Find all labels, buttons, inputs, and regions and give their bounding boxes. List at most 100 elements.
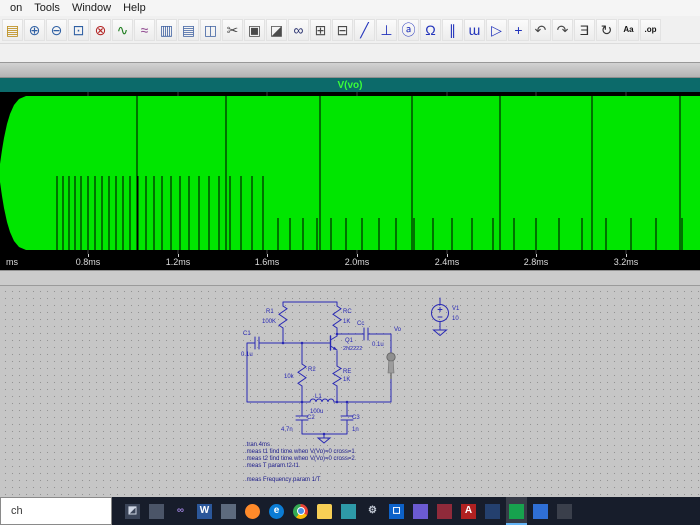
toolbar-find-button[interactable]: ∞ <box>288 19 309 41</box>
taskbar-search[interactable]: ch <box>0 497 112 525</box>
taskbar-acrobat-icon[interactable]: A <box>458 497 479 525</box>
axis-tick-mark <box>88 254 89 257</box>
toolbar-print-button[interactable]: ⊞ <box>310 19 331 41</box>
toolbar-cut-button[interactable]: ✂ <box>222 19 243 41</box>
taskbar-pinned-app-6-icon[interactable] <box>434 497 455 525</box>
label-c3-name[interactable]: C3 <box>352 415 360 421</box>
spice-directive-line[interactable]: .meas t1 find time when V(Vo)=0 cross=1 <box>245 449 355 455</box>
taskbar-pinned-app-5-icon[interactable] <box>410 497 431 525</box>
taskbar-pinned-app-7-icon[interactable] <box>482 497 503 525</box>
toolbar-place-ground-button[interactable]: ⊥ <box>376 19 397 41</box>
menu-item-on[interactable]: on <box>4 2 28 14</box>
resistor-r2[interactable] <box>298 364 306 386</box>
inductor-l1[interactable] <box>310 399 334 402</box>
taskbar-pinned-app-3-icon[interactable] <box>218 497 239 525</box>
toolbar-tile-vertical-button[interactable]: ▤ <box>178 19 199 41</box>
resistor-rc[interactable] <box>333 306 341 328</box>
toolbar-mirror-button[interactable]: Ǝ <box>574 19 595 41</box>
taskbar-pinned-app-4-icon[interactable] <box>338 497 359 525</box>
taskbar-ltspice-icon[interactable] <box>506 497 527 525</box>
label-c1-name[interactable]: C1 <box>243 331 251 337</box>
label-c2-value[interactable]: 4.7n <box>281 427 293 433</box>
toolbar-undo-button[interactable]: ↶ <box>530 19 551 41</box>
toolbar-zoom-extents-button[interactable]: ⊗ <box>90 19 111 41</box>
toolbar-spice-directive-button[interactable]: .op <box>640 19 661 41</box>
label-re-value[interactable]: 1K <box>343 377 350 383</box>
label-q1-value[interactable]: 2N2222 <box>343 346 362 352</box>
label-c3-value[interactable]: 1n <box>352 427 359 433</box>
toolbar-plot-settings-button[interactable]: ≈ <box>134 19 155 41</box>
toolbar-zoom-in-button[interactable]: ⊕ <box>24 19 45 41</box>
taskbar-visual-studio-icon[interactable]: ∞ <box>170 497 191 525</box>
toolbar-text-button[interactable]: Aa <box>618 19 639 41</box>
toolbar-paste-button[interactable]: ◪ <box>266 19 287 41</box>
spice-directive-line[interactable]: .tran 4ms <box>245 442 270 448</box>
toolbar-open-button[interactable]: ▤ <box>2 19 23 41</box>
label-rc-value[interactable]: 1K <box>343 319 350 325</box>
taskbar-pinned-app-9-icon[interactable] <box>554 497 575 525</box>
label-r2-name[interactable]: R2 <box>308 367 316 373</box>
toolbar-print-preview-button[interactable]: ⊟ <box>332 19 353 41</box>
taskbar-settings-icon[interactable]: ⚙ <box>362 497 383 525</box>
toolbar-copy-button[interactable]: ▣ <box>244 19 265 41</box>
toolbar-zoom-area-button[interactable]: ⊡ <box>68 19 89 41</box>
net-label-vo[interactable]: Vo <box>394 327 402 333</box>
label-c2-name[interactable]: C2 <box>307 415 315 421</box>
label-r1-name[interactable]: R1 <box>266 309 274 315</box>
axis-tick-label: 2.4ms <box>435 257 460 267</box>
spice-directive-line[interactable]: .meas T param t2-t1 <box>245 463 299 469</box>
waveform-window-titlebar[interactable] <box>0 62 700 78</box>
resistor-r1[interactable] <box>279 306 287 328</box>
toolbar-rotate-button[interactable]: ↻ <box>596 19 617 41</box>
taskbar-chrome-icon[interactable] <box>290 497 311 525</box>
toolbar-redo-button[interactable]: ↷ <box>552 19 573 41</box>
menu-item-help[interactable]: Help <box>117 2 152 14</box>
pinned-app-4-glyph <box>341 504 356 519</box>
label-c1-value[interactable]: 0.1u <box>241 352 253 358</box>
toolbar-draw-wire-button[interactable]: ╱ <box>354 19 375 41</box>
toolbar-place-resistor-button[interactable]: Ω <box>420 19 441 41</box>
capacitor-cc[interactable] <box>364 328 368 340</box>
resistor-re[interactable] <box>333 366 341 386</box>
toolbar-place-component-button[interactable]: + <box>508 19 529 41</box>
junction-dots <box>282 333 349 436</box>
menu-item-window[interactable]: Window <box>66 2 117 14</box>
taskbar-pinned-app-8-icon[interactable] <box>530 497 551 525</box>
toolbar-place-capacitor-button[interactable]: ∥ <box>442 19 463 41</box>
toolbar-place-diode-button[interactable]: ▷ <box>486 19 507 41</box>
toolbar-tile-horizontal-button[interactable]: ▥ <box>156 19 177 41</box>
taskbar-firefox-icon[interactable] <box>242 497 263 525</box>
window-splitter[interactable] <box>0 270 700 286</box>
schematic-canvas[interactable]: R1 100K RC 1K Q1 2N2222 C1 0.1u Cc 0.1u … <box>0 286 700 497</box>
toolbar-place-inductor-button[interactable]: ɯ <box>464 19 485 41</box>
label-v1-name[interactable]: V1 <box>452 306 460 312</box>
capacitor-c1[interactable] <box>255 337 259 349</box>
taskbar-file-explorer-icon[interactable] <box>314 497 335 525</box>
spice-directive-line[interactable]: .meas Frequency param 1/T <box>245 477 321 483</box>
taskbar-store-icon[interactable]: ◻ <box>386 497 407 525</box>
menu-item-tools[interactable]: Tools <box>28 2 66 14</box>
spice-directives[interactable]: .tran 4ms.meas t1 find time when V(Vo)=0… <box>245 442 355 483</box>
taskbar-word-icon[interactable]: W <box>194 497 215 525</box>
taskbar-pinned-app-2-icon[interactable] <box>146 497 167 525</box>
label-r2-value[interactable]: 10k <box>284 374 295 380</box>
axis-tick-mark <box>626 254 627 257</box>
toolbar-autorange-y-button[interactable]: ∿ <box>112 19 133 41</box>
toolbar-place-label-button[interactable]: ⓐ <box>398 19 419 41</box>
label-r1-value[interactable]: 100K <box>262 319 276 325</box>
label-cc-name[interactable]: Cc <box>357 321 364 327</box>
waveform-pane[interactable] <box>0 92 700 254</box>
spice-directive-line[interactable]: .meas t2 find time when V(Vo)=0 cross=2 <box>245 456 355 462</box>
label-l1-name[interactable]: L1 <box>315 394 322 400</box>
pinned-app-6-glyph <box>437 504 452 519</box>
label-q1-name[interactable]: Q1 <box>345 338 354 344</box>
trace-label[interactable]: V(vo) <box>338 80 363 91</box>
taskbar-edge-icon[interactable]: e <box>266 497 287 525</box>
label-re-name[interactable]: RE <box>343 369 351 375</box>
toolbar-zoom-out-button[interactable]: ⊖ <box>46 19 67 41</box>
label-cc-value[interactable]: 0.1u <box>372 342 384 348</box>
label-rc-name[interactable]: RC <box>343 309 352 315</box>
toolbar-cascade-panes-button[interactable]: ◫ <box>200 19 221 41</box>
taskbar-pinned-app-1-icon[interactable]: ◩ <box>122 497 143 525</box>
label-v1-value[interactable]: 10 <box>452 316 459 322</box>
